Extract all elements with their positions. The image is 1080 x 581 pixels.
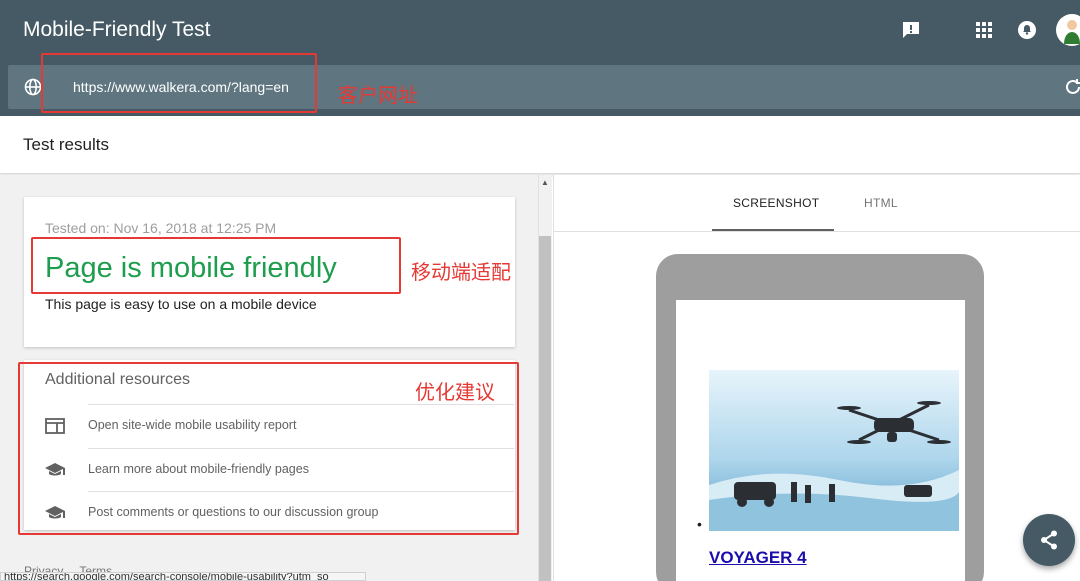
list-bullet: • [697,516,702,532]
active-tab-indicator [712,229,834,231]
share-button[interactable] [1023,514,1075,566]
tested-on-text: Tested on: Nov 16, 2018 at 12:25 PM [45,220,277,236]
url-annotation-label: 客户网址 [338,83,418,107]
voyager-link[interactable]: VOYAGER 4 [709,548,807,568]
feedback-icon[interactable] [899,18,923,42]
globe-icon [24,78,42,96]
scrollbar-thumb[interactable] [539,236,551,581]
resources-annotation-label: 优化建议 [415,380,495,404]
status-bar-url: https://search.google.com/search-console… [0,572,366,581]
apps-grid-icon[interactable] [972,18,996,42]
verdict-annotation-box [31,237,401,294]
results-header [0,116,1080,174]
refresh-icon[interactable] [1064,78,1080,96]
verdict-annotation-label: 移动端适配 [411,260,511,284]
url-annotation-box [41,53,317,113]
tab-html[interactable]: HTML [864,196,898,210]
verdict-description: This page is easy to use on a mobile dev… [45,296,317,312]
tabs-divider [553,231,1080,232]
share-icon [1041,530,1057,550]
scroll-up-arrow-icon[interactable]: ▲ [541,178,549,187]
app-title: Mobile-Friendly Test [23,18,211,41]
tab-screenshot[interactable]: SCREENSHOT [733,196,819,210]
avatar[interactable] [1056,14,1080,46]
results-title: Test results [23,135,109,154]
drone-hero-image [709,370,959,531]
notifications-icon[interactable] [1015,18,1039,42]
